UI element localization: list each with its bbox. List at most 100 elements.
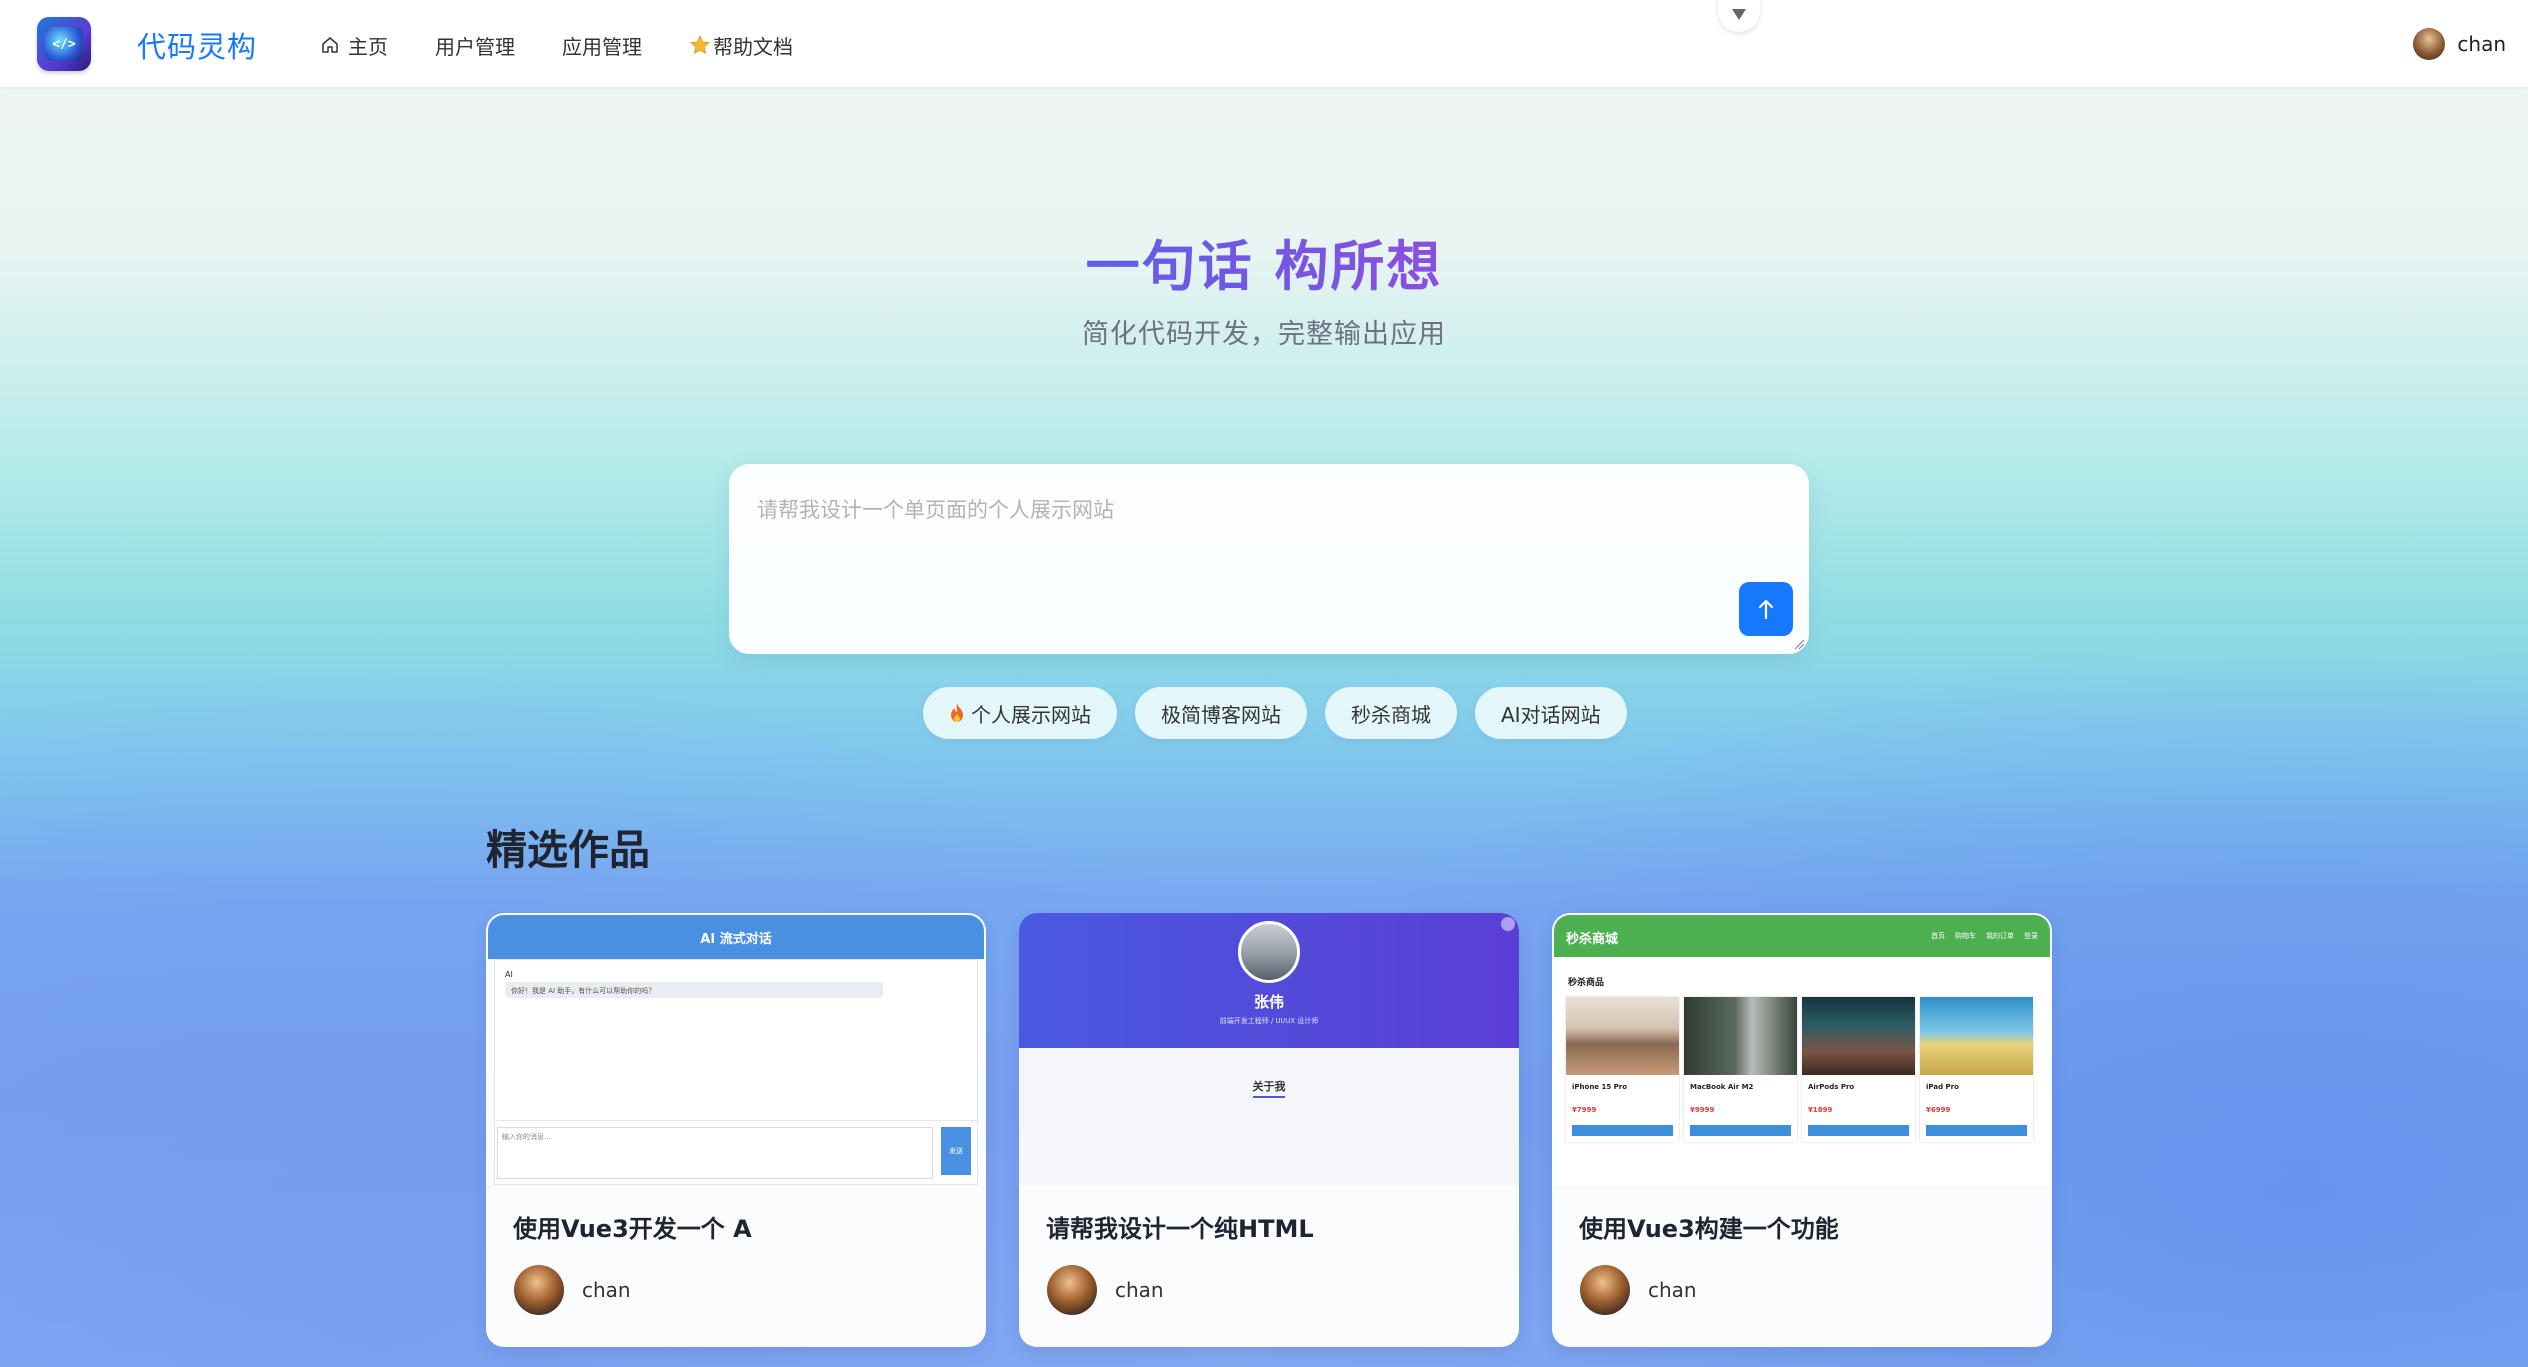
preview-shop-header: 秒杀商城 首页 购物车 我的订单 登录: [1554, 915, 2050, 957]
preview-product: iPhone 15 Pro ¥7999: [1566, 997, 1679, 1142]
featured-section-title: 精选作品: [486, 826, 650, 874]
avatar: [1047, 1265, 1097, 1315]
product-image: [1920, 997, 2033, 1075]
author-name: chan: [1115, 1278, 1164, 1302]
arrow-up-icon: [1758, 599, 1774, 620]
card-title[interactable]: 使用Vue3开发一个 A: [513, 1209, 752, 1244]
nav-app-management[interactable]: 应用管理: [562, 30, 642, 60]
product-price: ¥9999: [1690, 1106, 1715, 1114]
product-price: ¥7999: [1572, 1106, 1597, 1114]
preview-section: 秒杀商品: [1568, 978, 1605, 988]
fire-icon: [949, 703, 965, 723]
tag-label: 秒杀商城: [1351, 702, 1431, 727]
card-preview[interactable]: 秒杀商城 首页 购物车 我的订单 登录 秒杀商品 iPhone 15 Pro ¥…: [1552, 913, 2052, 1185]
quick-tags: 个人展示网站 极简博客网站 秒杀商城 AI对话网站: [923, 687, 1627, 739]
nav-home[interactable]: 主页: [320, 30, 388, 60]
preview-name: 张伟: [1253, 993, 1284, 1011]
nav-user-management[interactable]: 用户管理: [435, 30, 515, 60]
chevron-down-icon: [1732, 9, 1746, 20]
preview-input: 输入你的消息...: [497, 1127, 933, 1179]
product-name: MacBook Air M2: [1690, 1083, 1754, 1091]
preview-link: 购物车: [1955, 932, 1976, 940]
preview-send: 发送: [941, 1127, 971, 1175]
product-button: [1808, 1125, 1909, 1136]
hero-title: 一句话 构所想: [0, 222, 2528, 301]
preview-links: 首页 购物车 我的订单 登录: [1931, 931, 2038, 941]
top-navbar: </> 代码灵构 主页 用户管理 应用管理 帮助文档 chan: [0, 0, 2528, 87]
tag-ai-chat-site[interactable]: AI对话网站: [1475, 687, 1627, 739]
author-name: chan: [582, 1278, 631, 1302]
preview-header: AI 流式对话: [488, 915, 984, 959]
resize-grip-icon[interactable]: [1793, 638, 1805, 650]
card-title[interactable]: 使用Vue3构建一个功能: [1579, 1209, 1839, 1244]
user-name: chan: [2457, 32, 2506, 56]
preview-avatar: [1238, 921, 1300, 983]
featured-card[interactable]: 秒杀商城 首页 购物车 我的订单 登录 秒杀商品 iPhone 15 Pro ¥…: [1552, 913, 2052, 1347]
user-menu[interactable]: chan: [2413, 28, 2506, 60]
card-title[interactable]: 请帮我设计一个纯HTML: [1046, 1209, 1314, 1244]
nav-home-label: 主页: [348, 34, 388, 59]
product-name: iPad Pro: [1926, 1083, 1959, 1091]
product-image: [1566, 997, 1679, 1075]
main-nav: 主页 用户管理 应用管理 帮助文档: [320, 30, 840, 60]
product-name: iPhone 15 Pro: [1572, 1083, 1628, 1091]
preview-shop-body: 秒杀商品 iPhone 15 Pro ¥7999 MacBook Air M2 …: [1552, 957, 2052, 1185]
code-logo-icon: </>: [45, 27, 83, 61]
app-logo[interactable]: </>: [37, 17, 91, 71]
product-price: ¥1899: [1808, 1106, 1833, 1114]
preview-underline: [1253, 1096, 1285, 1098]
collapse-toggle[interactable]: [1718, 0, 1760, 32]
tag-label: 个人展示网站: [971, 702, 1091, 727]
preview-products: iPhone 15 Pro ¥7999 MacBook Air M2 ¥9999…: [1566, 997, 2033, 1142]
preview-footer: 输入你的消息... 发送: [495, 1120, 979, 1185]
tag-personal-site[interactable]: 个人展示网站: [923, 687, 1117, 739]
product-button: [1926, 1125, 2027, 1136]
card-author: chan: [514, 1265, 631, 1315]
card-preview[interactable]: AI 流式对话 AI 你好！我是 AI 助手，有什么可以帮助你的吗？ 输入你的消…: [486, 913, 986, 1185]
product-name: AirPods Pro: [1808, 1083, 1855, 1091]
product-button: [1572, 1125, 1673, 1136]
send-button[interactable]: [1739, 582, 1793, 636]
preview-product: MacBook Air M2 ¥9999: [1684, 997, 1797, 1142]
avatar: [514, 1265, 564, 1315]
preview-profile-body: 关于我: [1019, 1048, 1519, 1185]
preview-profile-header: 张伟 前端开发工程师 / UI/UX 设计师: [1019, 913, 1519, 1048]
prompt-box: [729, 464, 1809, 654]
card-author: chan: [1047, 1265, 1164, 1315]
preview-dot-icon: [1501, 917, 1515, 931]
nav-help-docs-label: 帮助文档: [713, 34, 793, 59]
preview-ai-label: AI: [505, 970, 513, 979]
star-icon: [689, 34, 711, 56]
tag-label: 极简博客网站: [1161, 702, 1281, 727]
featured-card[interactable]: 张伟 前端开发工程师 / UI/UX 设计师 关于我 请帮我设计一个纯HTML …: [1019, 913, 1519, 1347]
featured-card[interactable]: AI 流式对话 AI 你好！我是 AI 助手，有什么可以帮助你的吗？ 输入你的消…: [486, 913, 986, 1347]
product-image: [1684, 997, 1797, 1075]
preview-chat-body: AI 你好！我是 AI 助手，有什么可以帮助你的吗？ 输入你的消息... 发送: [494, 959, 979, 1185]
nav-help-docs[interactable]: 帮助文档: [689, 30, 793, 60]
product-button: [1690, 1125, 1791, 1136]
home-icon: [320, 35, 340, 55]
preview-brand: 秒杀商城: [1566, 932, 1619, 947]
preview-product: AirPods Pro ¥1899: [1802, 997, 1915, 1142]
user-avatar: [2413, 28, 2446, 60]
preview-bubble: 你好！我是 AI 助手，有什么可以帮助你的吗？: [505, 982, 883, 998]
tag-label: AI对话网站: [1501, 702, 1601, 727]
product-price: ¥6999: [1926, 1106, 1951, 1114]
nav-app-management-label: 应用管理: [562, 34, 642, 59]
preview-link: 首页: [1931, 932, 1945, 940]
tag-minimal-blog[interactable]: 极简博客网站: [1135, 687, 1307, 739]
app-name[interactable]: 代码灵构: [137, 24, 257, 66]
card-preview[interactable]: 张伟 前端开发工程师 / UI/UX 设计师 关于我: [1019, 913, 1519, 1185]
avatar: [1580, 1265, 1630, 1315]
prompt-input[interactable]: [757, 494, 1757, 614]
preview-link: 我的订单: [1986, 932, 2014, 940]
hero-subtitle: 简化代码开发，完整输出应用: [1082, 319, 1446, 350]
hero-title-text: 一句话 构所想: [1085, 235, 1443, 298]
nav-user-management-label: 用户管理: [435, 34, 515, 59]
preview-link: 登录: [2024, 932, 2038, 940]
preview-about: 关于我: [1252, 1080, 1286, 1093]
tag-flash-sale-mall[interactable]: 秒杀商城: [1325, 687, 1457, 739]
preview-product: iPad Pro ¥6999: [1920, 997, 2033, 1142]
card-author: chan: [1580, 1265, 1697, 1315]
author-name: chan: [1648, 1278, 1697, 1302]
